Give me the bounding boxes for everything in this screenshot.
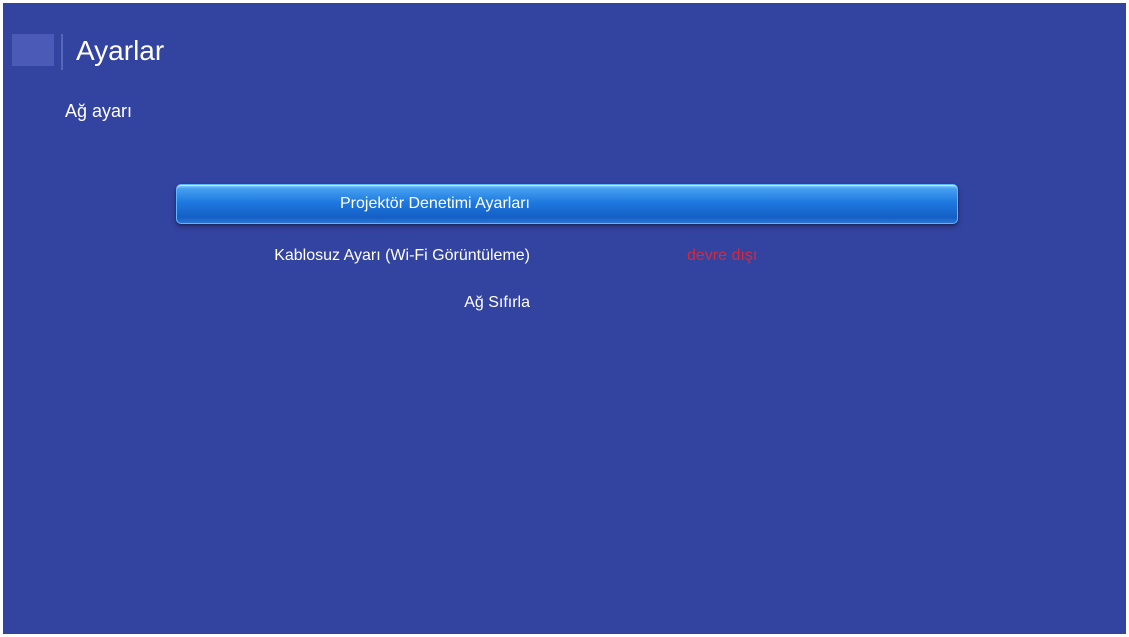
menu-item-network-reset[interactable]: Ağ Sıfırla [176, 283, 958, 323]
menu-item-label: Ağ Sıfırla [464, 294, 530, 311]
menu-item-label: Projektör Denetimi Ayarları [340, 195, 530, 212]
menu-item-label: Kablosuz Ayarı (Wi-Fi Görüntüleme) [274, 247, 530, 264]
settings-screen: Ayarlar Ağ ayarı Projektör Denetimi Ayar… [3, 3, 1126, 634]
wireless-status-value: devre dışı [687, 247, 758, 264]
menu-item-projector-control-settings[interactable]: Projektör Denetimi Ayarları [176, 184, 958, 224]
page-title: Ayarlar [76, 35, 165, 66]
header-divider [61, 34, 63, 70]
menu-item-wireless-setting[interactable]: Kablosuz Ayarı (Wi-Fi Görüntüleme) devre… [176, 236, 958, 276]
settings-category-icon [12, 34, 54, 66]
page-subtitle: Ağ ayarı [65, 101, 133, 121]
